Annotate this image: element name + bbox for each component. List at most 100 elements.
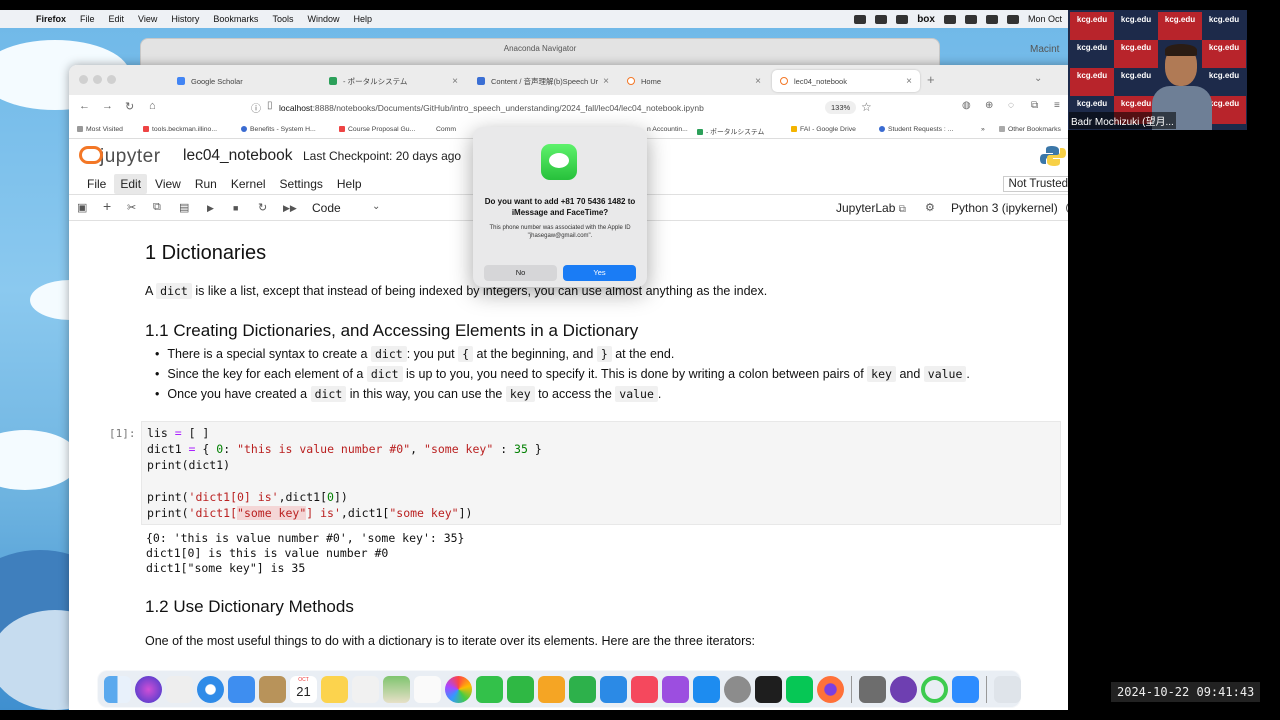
notebook-name[interactable]: lec04_notebook bbox=[183, 147, 292, 165]
menubar-tools[interactable]: Tools bbox=[265, 14, 300, 24]
cloud-icon[interactable] bbox=[854, 14, 867, 24]
pages-icon[interactable] bbox=[538, 675, 565, 703]
trust-status-button[interactable]: Not Trusted bbox=[1002, 176, 1074, 192]
minimize-window-icon[interactable] bbox=[93, 75, 102, 84]
bookmark-portal[interactable]: - ポータルシステム bbox=[697, 126, 764, 136]
bookmark-student-requests[interactable]: Student Requests : ... bbox=[879, 126, 953, 133]
menu-icon[interactable]: ≡ bbox=[1054, 100, 1060, 111]
news-icon[interactable] bbox=[352, 675, 379, 703]
bookmark-most-visited[interactable]: Most Visited bbox=[77, 126, 123, 133]
save-icon[interactable]: ▣ bbox=[77, 201, 87, 214]
close-window-icon[interactable] bbox=[79, 75, 88, 84]
pocket-icon[interactable]: ◍ bbox=[962, 100, 971, 111]
facetime-icon[interactable] bbox=[507, 675, 534, 703]
menubar-history[interactable]: History bbox=[164, 14, 206, 24]
siri-icon[interactable] bbox=[135, 675, 162, 703]
box-icon[interactable]: box bbox=[917, 14, 935, 25]
calendar-icon[interactable]: 21 bbox=[290, 675, 317, 703]
tab-list-chevron-icon[interactable]: ⌄ bbox=[1034, 73, 1042, 84]
activity-ring-icon[interactable] bbox=[921, 675, 948, 703]
kernel-name[interactable]: Python 3 (ipykernel) bbox=[951, 201, 1058, 215]
extensions-icon[interactable]: ⧉ bbox=[1031, 100, 1038, 111]
menu-kernel[interactable]: Kernel bbox=[225, 174, 272, 194]
cut-icon[interactable]: ✂ bbox=[127, 201, 136, 214]
trash-icon[interactable] bbox=[994, 675, 1021, 703]
bookmark-course-proposal[interactable]: Course Proposal Gu... bbox=[339, 126, 415, 133]
terminal-icon[interactable] bbox=[755, 675, 782, 703]
messages-icon[interactable] bbox=[476, 675, 503, 703]
menubar-window[interactable]: Window bbox=[300, 14, 346, 24]
music-icon[interactable] bbox=[631, 675, 658, 703]
bookmark-tools-beckman[interactable]: tools.beckman.illino... bbox=[143, 126, 217, 133]
settings-icon[interactable] bbox=[724, 675, 751, 703]
close-tab-icon[interactable]: × bbox=[603, 76, 609, 87]
stop-icon[interactable]: ■ bbox=[233, 203, 238, 213]
settings-gear-icon[interactable]: ⚙ bbox=[925, 201, 935, 214]
reminders-icon[interactable] bbox=[414, 675, 441, 703]
account-icon[interactable]: ◌ bbox=[1008, 100, 1014, 111]
paste-icon[interactable]: ▤ bbox=[179, 201, 189, 214]
new-tab-icon[interactable]: + bbox=[927, 72, 935, 87]
cell-type-select[interactable]: Code ⌄ bbox=[312, 201, 380, 215]
home-icon[interactable]: ⌂ bbox=[149, 100, 156, 112]
menubar-bookmarks[interactable]: Bookmarks bbox=[206, 14, 265, 24]
tab-home[interactable]: Home × bbox=[619, 70, 769, 92]
tab-content-speech[interactable]: Content / 音声理解(b)Speech Ur × bbox=[469, 70, 617, 92]
download-icon[interactable]: ⊕ bbox=[985, 100, 993, 111]
menubar-file[interactable]: File bbox=[73, 14, 102, 24]
bookmark-comm[interactable]: Comm bbox=[436, 126, 456, 133]
line-icon[interactable] bbox=[786, 675, 813, 703]
bookmark-benefits[interactable]: Benefits - System H... bbox=[241, 126, 316, 133]
close-tab-icon[interactable]: × bbox=[906, 76, 912, 87]
mail-icon[interactable] bbox=[228, 675, 255, 703]
menubar-clock[interactable]: Mon Oct bbox=[1028, 14, 1062, 24]
no-button[interactable]: No bbox=[484, 265, 557, 281]
menu-run[interactable]: Run bbox=[189, 174, 223, 194]
info-icon[interactable]: ⓘ bbox=[251, 100, 261, 115]
dropbox-icon[interactable] bbox=[875, 14, 888, 24]
zoom-level[interactable]: 133% bbox=[825, 101, 857, 114]
restart-run-all-icon[interactable]: ▶▶ bbox=[283, 203, 297, 214]
menubar-view[interactable]: View bbox=[131, 14, 164, 24]
code-cell[interactable]: lis = [ ] dict1 = { 0: "this is value nu… bbox=[141, 421, 1061, 525]
reload-icon[interactable]: ↻ bbox=[125, 100, 134, 113]
numbers-icon[interactable] bbox=[569, 675, 596, 703]
wifi-icon[interactable] bbox=[985, 14, 998, 24]
github-icon[interactable] bbox=[890, 675, 917, 703]
menu-help[interactable]: Help bbox=[331, 174, 368, 194]
creative-cloud-icon[interactable] bbox=[896, 14, 909, 24]
menubar-edit[interactable]: Edit bbox=[102, 14, 132, 24]
url-bar[interactable]: localhost:8888/notebooks/Documents/GitHu… bbox=[279, 103, 704, 113]
podcasts-icon[interactable] bbox=[662, 675, 689, 703]
finder-icon[interactable] bbox=[104, 675, 131, 703]
yes-button[interactable]: Yes bbox=[563, 265, 636, 281]
bookmark-fai-drive[interactable]: FAI - Google Drive bbox=[791, 126, 856, 133]
close-tab-icon[interactable]: × bbox=[452, 76, 458, 87]
firefox-icon[interactable] bbox=[817, 675, 844, 703]
tab-portal[interactable]: - ポータルシステム × bbox=[321, 70, 466, 92]
forward-icon[interactable]: → bbox=[102, 100, 113, 112]
volume-icon[interactable] bbox=[964, 14, 977, 24]
stickies-icon[interactable] bbox=[321, 675, 348, 703]
tab-google-scholar[interactable]: Google Scholar bbox=[169, 70, 319, 92]
menu-settings[interactable]: Settings bbox=[274, 174, 329, 194]
notes-brown-icon[interactable] bbox=[259, 675, 286, 703]
battery-icon[interactable] bbox=[943, 14, 956, 24]
anaconda-window[interactable]: Anaconda Navigator bbox=[140, 38, 940, 68]
bookmarks-overflow-icon[interactable]: » bbox=[981, 126, 985, 133]
appstore-icon[interactable] bbox=[693, 675, 720, 703]
restart-icon[interactable]: ↻ bbox=[258, 201, 267, 214]
zoom-icon[interactable] bbox=[952, 675, 979, 703]
copy-icon[interactable]: ⧉ bbox=[153, 201, 161, 214]
bookmark-star-icon[interactable]: ☆ bbox=[861, 100, 872, 114]
keynote-icon[interactable] bbox=[600, 675, 627, 703]
maps-icon[interactable] bbox=[383, 675, 410, 703]
launchpad-icon[interactable] bbox=[166, 675, 193, 703]
jupyter-logo[interactable]: jupyter bbox=[79, 145, 161, 168]
photos-icon[interactable] bbox=[445, 675, 472, 703]
menubar-app-name[interactable]: Firefox bbox=[0, 14, 73, 24]
menu-edit[interactable]: Edit bbox=[114, 173, 148, 194]
close-tab-icon[interactable]: × bbox=[755, 76, 761, 87]
menu-view[interactable]: View bbox=[149, 174, 187, 194]
tab-lec04-notebook[interactable]: lec04_notebook × bbox=[772, 70, 920, 92]
